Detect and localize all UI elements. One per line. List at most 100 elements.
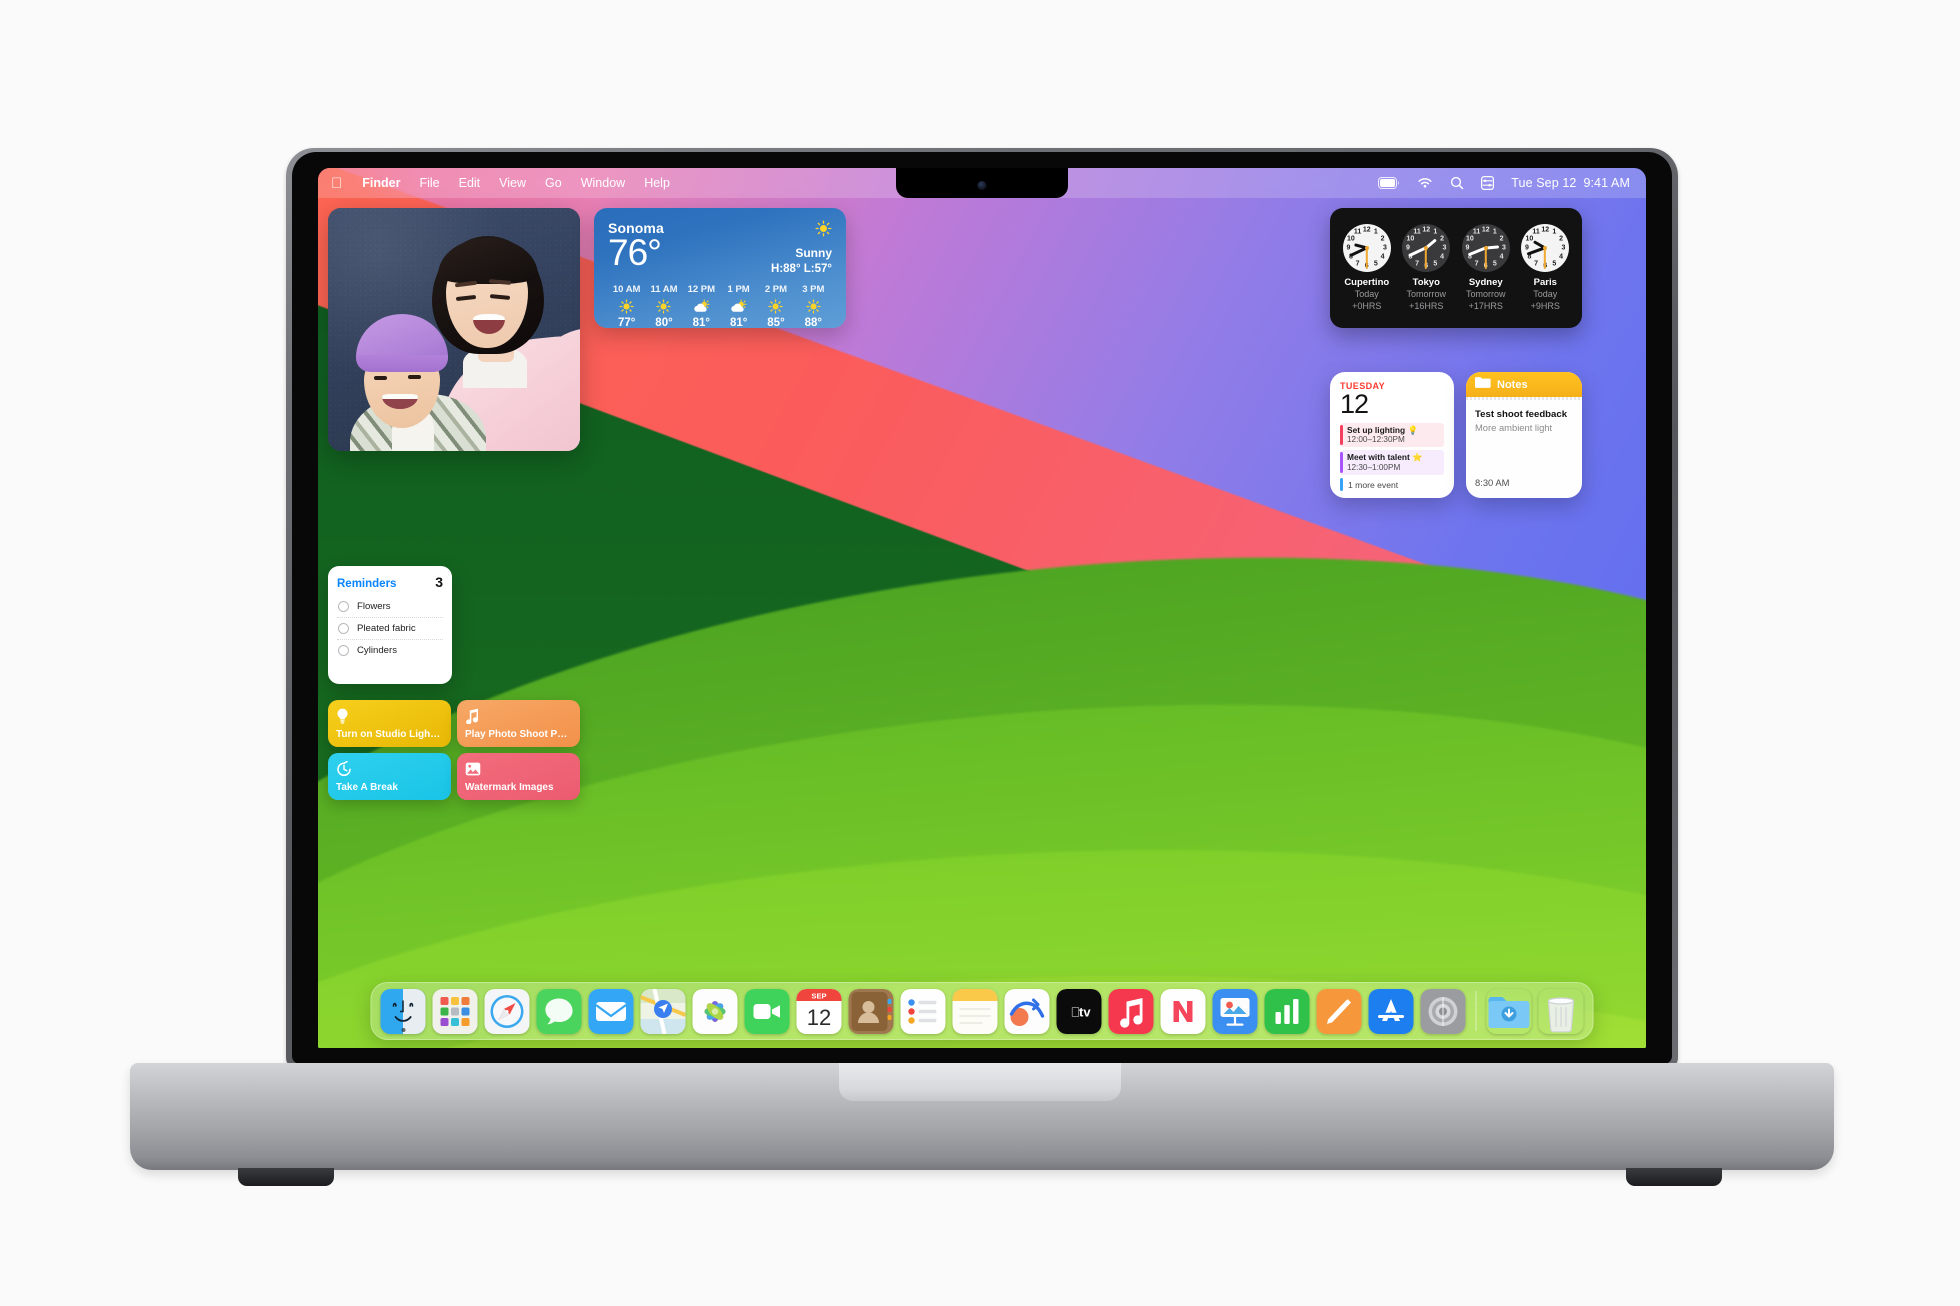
reminder-item[interactable]: Cylinders — [337, 640, 443, 661]
dock-item-pages[interactable] — [1316, 988, 1362, 1034]
forecast-hour-label: 11 AM — [650, 283, 678, 295]
shortcut-play-photo-shoot-playlist[interactable]: Play Photo Shoot P… — [457, 700, 580, 747]
menu-item-help[interactable]: Help — [644, 176, 670, 190]
timer-icon — [336, 760, 443, 777]
shortcut-label: Take A Break — [336, 781, 398, 793]
dock-item-notes[interactable] — [952, 988, 998, 1034]
forecast-hour-temp: 85° — [767, 316, 785, 329]
menu-item-view[interactable]: View — [499, 176, 526, 190]
notes-widget[interactable]: Notes Test shoot feedback More ambient l… — [1466, 372, 1582, 498]
dock-item-system-settings[interactable] — [1420, 988, 1466, 1034]
partly-cloudy-icon — [720, 298, 757, 315]
clock-sydney[interactable]: 121 23 45 67 89 1011 Sydney Tomorrow +17… — [1457, 223, 1514, 312]
folder-icon — [1475, 376, 1491, 394]
menu-item-edit[interactable]: Edit — [459, 176, 481, 190]
dock-item-photos[interactable] — [692, 988, 738, 1034]
dock-item-numbers[interactable] — [1264, 988, 1310, 1034]
dock-item-calendar[interactable]: SEP 12 — [796, 988, 842, 1034]
forecast-hour-temp: 77° — [617, 316, 636, 329]
checkbox-circle-icon[interactable] — [338, 601, 349, 612]
dock-item-messages[interactable] — [536, 988, 582, 1034]
shortcut-label: Turn on Studio Ligh… — [336, 728, 441, 740]
dock-item-maps[interactable] — [640, 988, 686, 1034]
facetime-video-window[interactable] — [328, 208, 580, 451]
analog-clock-face: 121 23 45 67 89 1011 — [1521, 223, 1570, 272]
dock-item-launchpad[interactable] — [432, 988, 478, 1034]
dock-item-news[interactable] — [1160, 988, 1206, 1034]
clock-city-label: Sydney — [1468, 276, 1503, 288]
shortcut-take-a-break[interactable]: Take A Break — [328, 753, 451, 800]
dock-item-finder[interactable] — [380, 988, 426, 1034]
reminder-item[interactable]: Pleated fabric — [337, 618, 443, 640]
menu-item-finder[interactable]: Finder — [362, 176, 400, 190]
checkbox-circle-icon[interactable] — [338, 623, 349, 634]
svg-text:tv: tv — [1079, 1004, 1091, 1019]
dock-item-trash[interactable] — [1539, 989, 1584, 1034]
sun-icon — [645, 298, 682, 315]
event-color-bar — [1340, 452, 1343, 474]
forecast-hour-label: 12 PM — [687, 283, 716, 295]
calendar-event[interactable]: Meet with talent ⭐ 12:30–1:00PM — [1340, 450, 1444, 476]
analog-clock-face: 121 23 45 67 89 1011 — [1402, 223, 1451, 272]
menu-item-file[interactable]: File — [419, 176, 439, 190]
laptop-foot-left — [238, 1168, 334, 1186]
calendar-more-events[interactable]: 1 more event — [1340, 478, 1444, 492]
dock-item-keynote[interactable] — [1212, 988, 1258, 1034]
sun-icon — [795, 298, 832, 315]
partly-cloudy-icon — [683, 298, 720, 315]
menu-bar-clock[interactable]: Tue Sep 12 9:41 AM — [1511, 176, 1630, 190]
dock-item-freeform[interactable] — [1004, 988, 1050, 1034]
reminder-item[interactable]: Flowers — [337, 596, 443, 618]
clock-offset-label: +17HRS — [1468, 301, 1503, 311]
forecast-hour: 1 PM 81° — [720, 284, 757, 329]
dock-item-apple-tv[interactable]:  tv — [1056, 988, 1102, 1034]
dock-item-safari[interactable] — [484, 988, 530, 1034]
clock-city-label: Paris — [1533, 276, 1557, 288]
event-color-bar — [1340, 478, 1343, 492]
dock-item-mail[interactable] — [588, 988, 634, 1034]
note-title: Test shoot feedback — [1475, 409, 1568, 420]
dock-item-facetime[interactable] — [744, 988, 790, 1034]
clock-offset-label: +16HRS — [1409, 301, 1444, 311]
reminders-count: 3 — [435, 574, 443, 590]
clock-tokyo[interactable]: 121 23 45 67 89 1011 Tokyo Tomorrow +16H… — [1398, 223, 1455, 312]
notes-app-title: Notes — [1497, 378, 1528, 391]
dock-item-music[interactable] — [1108, 988, 1154, 1034]
dock-item-downloads-folder[interactable] — [1487, 989, 1532, 1034]
sun-icon — [757, 298, 794, 315]
dock-item-contacts[interactable] — [848, 988, 894, 1034]
forecast-hour-label: 10 AM — [612, 283, 641, 295]
laptop-base-lip — [839, 1063, 1121, 1101]
event-color-bar — [1340, 424, 1343, 446]
checkbox-circle-icon[interactable] — [338, 645, 349, 656]
battery-icon[interactable] — [1378, 177, 1400, 189]
shortcut-turn-on-studio-lights[interactable]: Turn on Studio Ligh… — [328, 700, 451, 747]
search-icon[interactable] — [1450, 176, 1464, 190]
apple-logo-icon[interactable]:  — [331, 176, 342, 191]
reminders-widget[interactable]: Reminders 3 Flowers Pleated fabric Cylin… — [328, 566, 452, 684]
shortcut-watermark-images[interactable]: Watermark Images — [457, 753, 580, 800]
menu-item-window[interactable]: Window — [581, 176, 625, 190]
dock-item-app-store[interactable] — [1368, 988, 1414, 1034]
event-time: 12:00–12:30PM — [1347, 435, 1405, 445]
calendar-widget[interactable]: TUESDAY 12 Set up lighting 💡 12:00–12:30… — [1330, 372, 1454, 498]
lightbulb-icon — [336, 707, 443, 724]
dock-item-reminders[interactable] — [900, 988, 946, 1034]
dock: SEP 12 tv — [370, 982, 1594, 1040]
clock-day-label: Today — [1533, 288, 1558, 299]
forecast-hour: 11 AM 80° — [645, 284, 682, 329]
calendar-day-number: 12 — [1340, 389, 1369, 419]
control-center-icon[interactable] — [1481, 176, 1495, 190]
wifi-icon[interactable] — [1417, 177, 1433, 189]
forecast-hour-label: 2 PM — [764, 283, 788, 295]
forecast-hour-temp: 81° — [729, 316, 748, 329]
calendar-event[interactable]: Set up lighting 💡 12:00–12:30PM — [1340, 422, 1444, 448]
clock-paris[interactable]: 121 23 45 67 89 1011 Paris Today +9HRS — [1517, 223, 1574, 312]
weather-widget[interactable]: Sonoma 76° Sunny H:88° L:57° 10 AM 77° 1… — [594, 208, 846, 329]
menu-item-go[interactable]: Go — [545, 176, 562, 190]
world-clock-widget[interactable]: 121 23 45 67 89 1011 Cupertino Today +0H… — [1330, 208, 1582, 328]
forecast-hour-temp: 88° — [804, 316, 822, 329]
notes-header: Notes — [1466, 372, 1582, 397]
clock-day-label: Tomorrow — [1465, 288, 1506, 299]
clock-cupertino[interactable]: 121 23 45 67 89 1011 Cupertino Today +0H… — [1338, 223, 1395, 312]
